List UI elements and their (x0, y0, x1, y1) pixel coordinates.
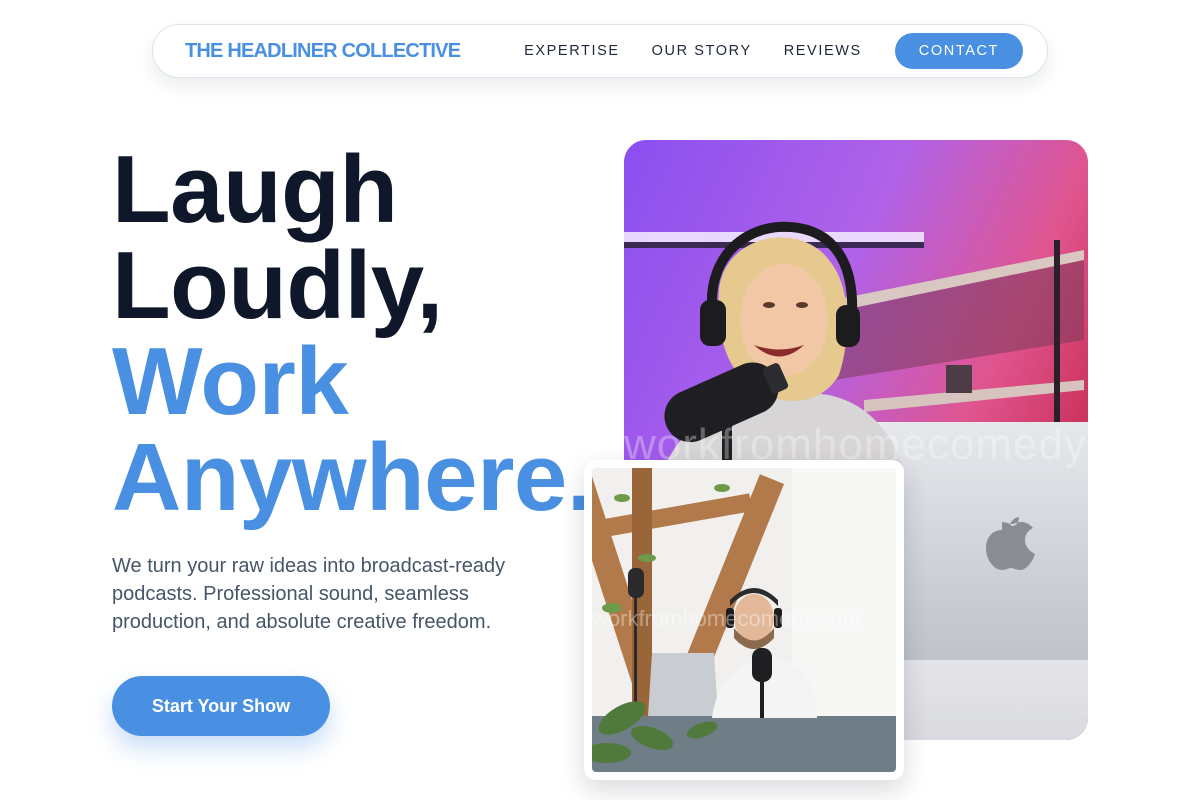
headline-line-3: Work (112, 328, 349, 435)
headline-line-2: Loudly, (112, 232, 443, 339)
top-navigation: THE HEADLINER COLLECTIVE EXPERTISE OUR S… (152, 24, 1048, 78)
hero-subtext: We turn your raw ideas into broadcast-re… (112, 555, 506, 633)
nav-links: EXPERTISE OUR STORY REVIEWS CONTACT (524, 33, 1023, 69)
nav-link-our-story[interactable]: OUR STORY (652, 43, 752, 59)
brand-logo-text[interactable]: THE HEADLINER COLLECTIVE (185, 40, 461, 63)
inset-photo-card: workfromhomecomedy.com (584, 460, 904, 780)
inset-photo: workfromhomecomedy.com (592, 468, 896, 772)
headline-line-1: Laugh (112, 136, 398, 243)
start-your-show-button[interactable]: Start Your Show (112, 676, 330, 736)
contact-button[interactable]: CONTACT (894, 33, 1023, 69)
nav-link-reviews[interactable]: REVIEWS (784, 43, 862, 59)
inset-photo-watermark: workfromhomecomedy.com (592, 606, 861, 631)
nav-link-expertise[interactable]: EXPERTISE (524, 43, 620, 59)
